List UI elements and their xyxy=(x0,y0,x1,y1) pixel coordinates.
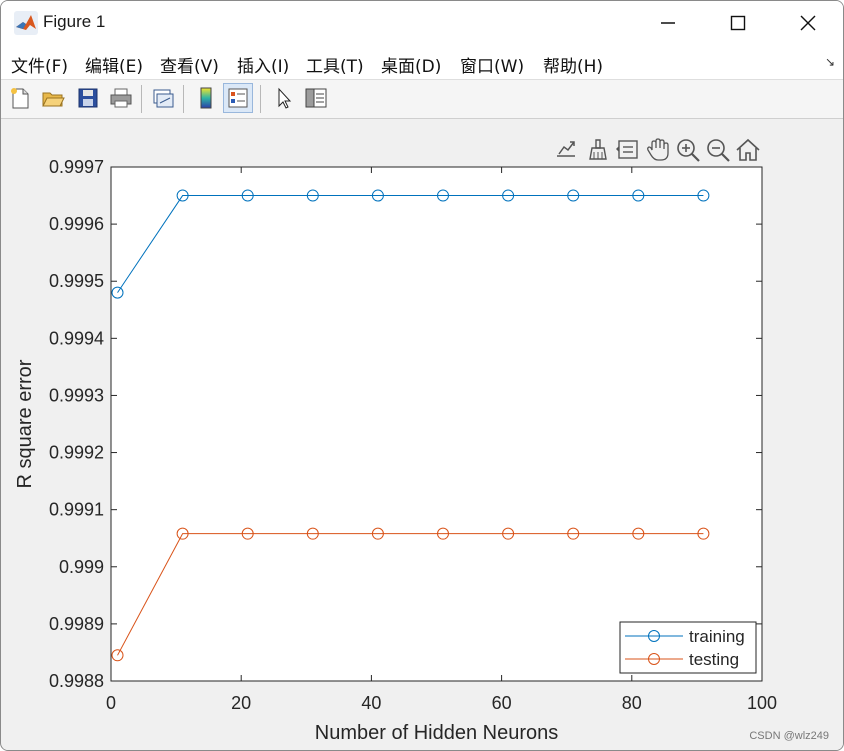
plot-area[interactable]: 0 20 40 60 80 100 0.9988 0.9989 0.999 0.9991 0.999… xyxy=(1,1,843,750)
y-tick-label: 0.9996 xyxy=(49,214,104,234)
y-tick-label: 0.9989 xyxy=(49,614,104,634)
y-tick-label: 0.9992 xyxy=(49,443,104,463)
x-tick-label: 20 xyxy=(231,693,251,713)
x-tick-label: 80 xyxy=(622,693,642,713)
y-tick-label: 0.9995 xyxy=(49,271,104,291)
x-tick-label: 100 xyxy=(747,693,777,713)
y-tick-label: 0.999 xyxy=(59,557,104,577)
y-axis-label: R square error xyxy=(14,359,36,488)
legend[interactable]: training testing xyxy=(619,621,757,674)
y-tick-label: 0.9997 xyxy=(49,157,104,177)
axes-box xyxy=(110,166,763,682)
x-tick-label: 0 xyxy=(106,693,116,713)
watermark-text: CSDN @wlz249 xyxy=(749,730,829,742)
legend-label-training: training xyxy=(689,627,745,646)
x-tick-label: 60 xyxy=(492,693,512,713)
x-tick-label: 40 xyxy=(361,693,381,713)
x-axis-label: Number of Hidden Neurons xyxy=(315,722,558,744)
y-tick-label: 0.9991 xyxy=(49,500,104,520)
y-tick-label: 0.9988 xyxy=(49,671,104,691)
y-tick-label: 0.9994 xyxy=(49,328,104,348)
figure-window: Figure 1 文件(F) 编辑(E) 查看(V) 插入(I) 工具(T) 桌… xyxy=(0,0,844,751)
y-tick-label: 0.9993 xyxy=(49,385,104,405)
legend-label-testing: testing xyxy=(689,650,739,669)
